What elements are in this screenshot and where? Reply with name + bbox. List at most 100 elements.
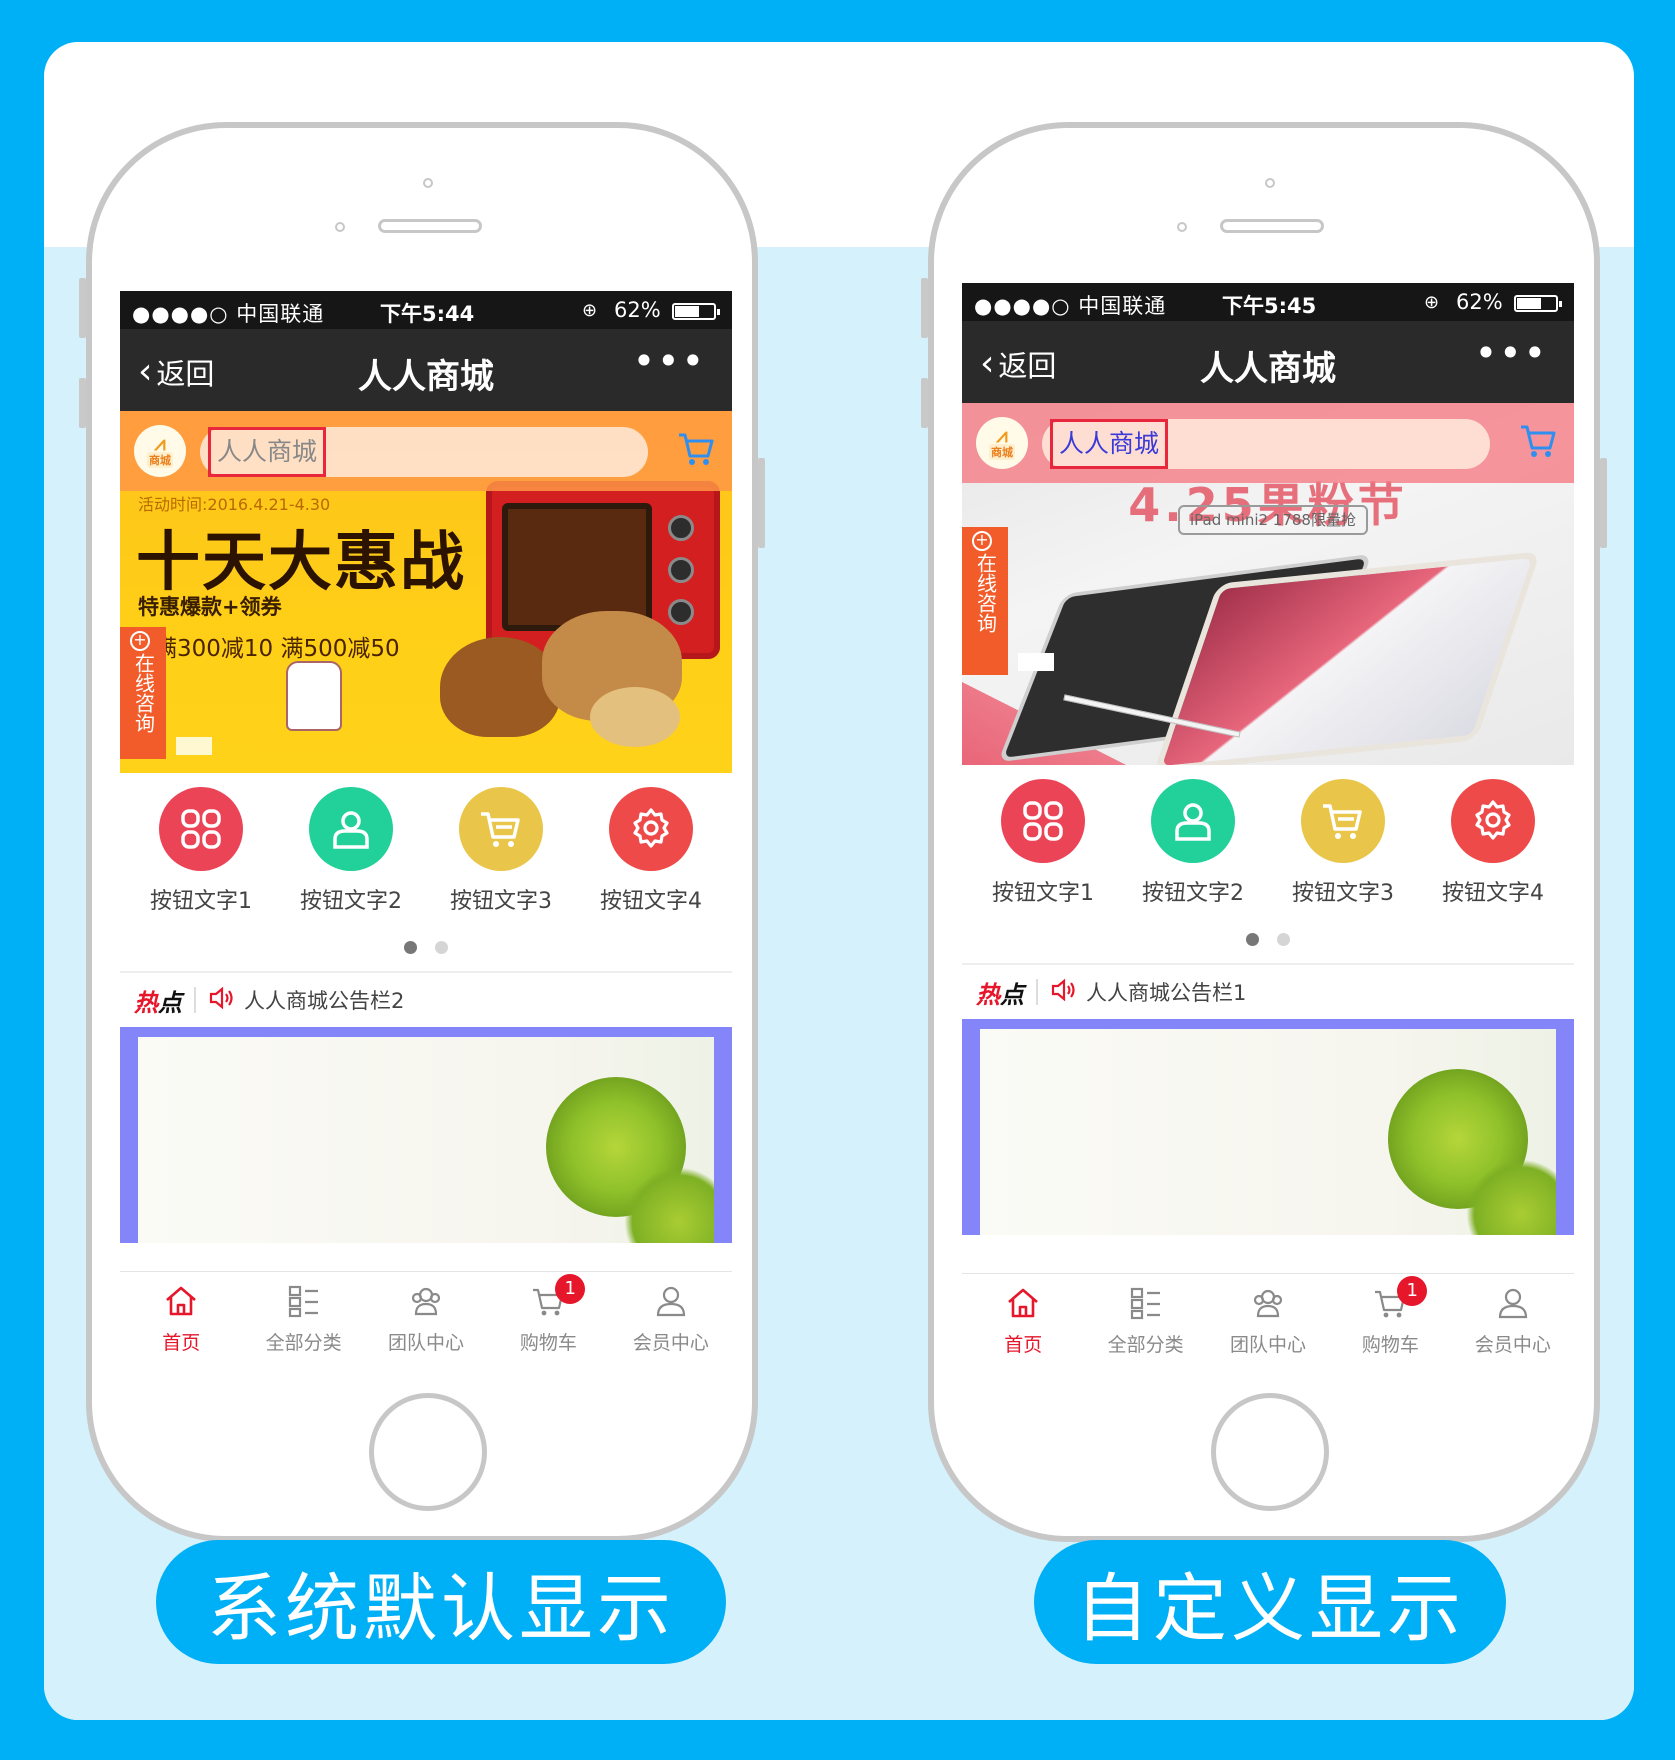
tab-member[interactable]: 会员中心 xyxy=(610,1272,732,1361)
phone-mockup-custom: ●●●●○ 中国联通 下午5:45 ⊕ 62% ‹ 返回 人人商城 ••• 4.… xyxy=(921,122,1607,1542)
page-dot-active[interactable] xyxy=(404,940,417,954)
signal-carrier: ●●●●○ 中国联通 xyxy=(974,294,1167,318)
status-bar: ●●●●○ 中国联通 下午5:44 ⊕ 62% xyxy=(120,291,732,329)
divider xyxy=(194,987,196,1013)
quick-button-2[interactable]: 按钮文字2 xyxy=(276,787,426,923)
feature-image-block[interactable] xyxy=(120,1027,732,1243)
shop-logo[interactable]: ⩘ 商城 xyxy=(134,425,186,477)
flower-image xyxy=(138,1037,714,1243)
sensor-dot xyxy=(1177,222,1187,232)
tab-categories[interactable]: 全部分类 xyxy=(242,1272,364,1361)
logo-mark-icon: ⩘ xyxy=(996,423,1008,447)
speaker-icon xyxy=(208,985,236,1015)
page-dot[interactable] xyxy=(1277,932,1290,946)
status-bar: ●●●●○ 中国联通 下午5:45 ⊕ 62% xyxy=(962,283,1574,321)
bottom-tab-bar: 首页 全部分类 团队中心 1 购物车 会员中心 xyxy=(962,1273,1574,1363)
tab-label: 购物车 xyxy=(1361,1334,1419,1356)
tab-categories[interactable]: 全部分类 xyxy=(1084,1274,1206,1363)
tab-member[interactable]: 会员中心 xyxy=(1452,1274,1574,1363)
award-icon xyxy=(1451,779,1535,863)
oven-knob xyxy=(668,557,694,583)
tab-label: 团队中心 xyxy=(388,1332,465,1354)
phone-mockup-default: ●●●●○ 中国联通 下午5:44 ⊕ 62% ‹ 返回 人人商城 ••• 活动… xyxy=(79,122,765,1542)
camera-dot xyxy=(1265,178,1275,188)
quick-buttons: 按钮文字1 按钮文字2 按钮文字3 按钮文字4 xyxy=(120,773,732,923)
signal-carrier: ●●●●○ 中国联通 xyxy=(132,302,325,326)
cart-icon[interactable] xyxy=(1518,421,1558,465)
category-list-icon xyxy=(1128,1286,1164,1324)
cart-icon xyxy=(1301,779,1385,863)
promo-badge: iPad mini2 1788限量抢 xyxy=(1178,505,1368,535)
cart-icon[interactable] xyxy=(676,429,716,473)
rotation-lock-icon: ⊕ xyxy=(582,300,598,321)
battery-icon xyxy=(1514,295,1562,312)
user-icon xyxy=(1151,779,1235,863)
notice-bar[interactable]: 热点 人人商城公告栏2 xyxy=(120,971,732,1027)
quick-button-label: 按钮文字1 xyxy=(150,889,252,914)
promo-subtitle: 特惠爆款+领券 xyxy=(138,595,282,619)
team-icon xyxy=(1250,1286,1286,1324)
tab-label: 首页 xyxy=(1004,1334,1043,1356)
tab-team[interactable]: 团队中心 xyxy=(1207,1274,1329,1363)
member-icon xyxy=(1495,1286,1531,1324)
quick-button-3[interactable]: 按钮文字3 xyxy=(426,787,576,923)
dian-text: 点 xyxy=(158,988,182,1017)
page-indicator xyxy=(120,923,732,971)
notice-bar[interactable]: 热点 人人商城公告栏1 xyxy=(962,963,1574,1019)
tab-label: 团队中心 xyxy=(1230,1334,1307,1356)
content-card: ●●●●○ 中国联通 下午5:44 ⊕ 62% ‹ 返回 人人商城 ••• 活动… xyxy=(44,42,1634,1720)
notice-text: 人人商城公告栏1 xyxy=(1086,981,1247,1005)
tab-label: 会员中心 xyxy=(1474,1334,1551,1356)
tab-label: 全部分类 xyxy=(265,1332,342,1354)
home-button[interactable] xyxy=(1211,1393,1329,1511)
page-dot-active[interactable] xyxy=(1246,932,1259,946)
user-icon xyxy=(309,787,393,871)
more-menu-button[interactable]: ••• xyxy=(1475,331,1548,375)
quick-button-1[interactable]: 按钮文字1 xyxy=(968,779,1118,915)
oven-knob xyxy=(668,599,694,625)
bread-image xyxy=(590,687,680,747)
quick-button-4[interactable]: 按钮文字4 xyxy=(1418,779,1568,915)
consult-input-box xyxy=(176,737,212,755)
page-dot[interactable] xyxy=(435,940,448,954)
quick-button-label: 按钮文字2 xyxy=(1142,881,1244,906)
quick-button-label: 按钮文字3 xyxy=(450,889,552,914)
quick-buttons: 按钮文字1 按钮文字2 按钮文字3 按钮文字4 xyxy=(962,765,1574,915)
sensor-dot xyxy=(335,222,345,232)
phone-side-button xyxy=(921,378,928,428)
promo-title: 十天大惠战 xyxy=(136,526,466,600)
shop-logo[interactable]: ⩘ 商城 xyxy=(976,417,1028,469)
quick-button-4[interactable]: 按钮文字4 xyxy=(576,787,726,923)
search-input-text[interactable]: 人人商城 xyxy=(208,427,327,477)
tab-cart[interactable]: 1 购物车 xyxy=(1329,1274,1451,1363)
earpiece-speaker xyxy=(1220,219,1324,233)
home-button[interactable] xyxy=(369,1393,487,1511)
tab-label: 首页 xyxy=(162,1332,201,1354)
tab-cart[interactable]: 1 购物车 xyxy=(487,1272,609,1361)
nav-bar: ‹ 返回 人人商城 ••• xyxy=(120,329,732,411)
more-menu-button[interactable]: ••• xyxy=(633,339,706,383)
promo-banner[interactable]: 活动时间:2016.4.21-4.30 十天大惠战 特惠爆款+领券 满300减1… xyxy=(120,411,732,773)
nav-bar: ‹ 返回 人人商城 ••• xyxy=(962,321,1574,403)
tab-team[interactable]: 团队中心 xyxy=(365,1272,487,1361)
oven-knob xyxy=(668,515,694,541)
quick-button-1[interactable]: 按钮文字1 xyxy=(126,787,276,923)
tab-home[interactable]: 首页 xyxy=(962,1274,1084,1363)
search-input-text[interactable]: 人人商城 xyxy=(1050,419,1169,469)
caption-default-display: 系统默认显示 xyxy=(156,1540,726,1664)
logo-mark-icon: ⩘ xyxy=(154,431,166,455)
speaker-icon xyxy=(1050,977,1078,1007)
notice-text: 人人商城公告栏2 xyxy=(244,989,405,1013)
feature-image-block[interactable] xyxy=(962,1019,1574,1235)
quick-button-3[interactable]: 按钮文字3 xyxy=(1268,779,1418,915)
online-consult-button[interactable]: + 在线咨询 xyxy=(120,627,166,759)
logo-text-icon: 商城 xyxy=(989,444,1015,460)
hot-text: 热 xyxy=(134,988,158,1017)
battery-icon xyxy=(672,303,720,320)
online-consult-button[interactable]: + 在线咨询 xyxy=(962,527,1008,675)
flower-image xyxy=(980,1029,1556,1235)
quick-button-label: 按钮文字3 xyxy=(1292,881,1394,906)
tab-home[interactable]: 首页 xyxy=(120,1272,242,1361)
promo-banner[interactable]: 4.25果粉节 iPad mini2 1788限量抢 ⩘ 商城 人人商城 + 在… xyxy=(962,403,1574,765)
quick-button-2[interactable]: 按钮文字2 xyxy=(1118,779,1268,915)
